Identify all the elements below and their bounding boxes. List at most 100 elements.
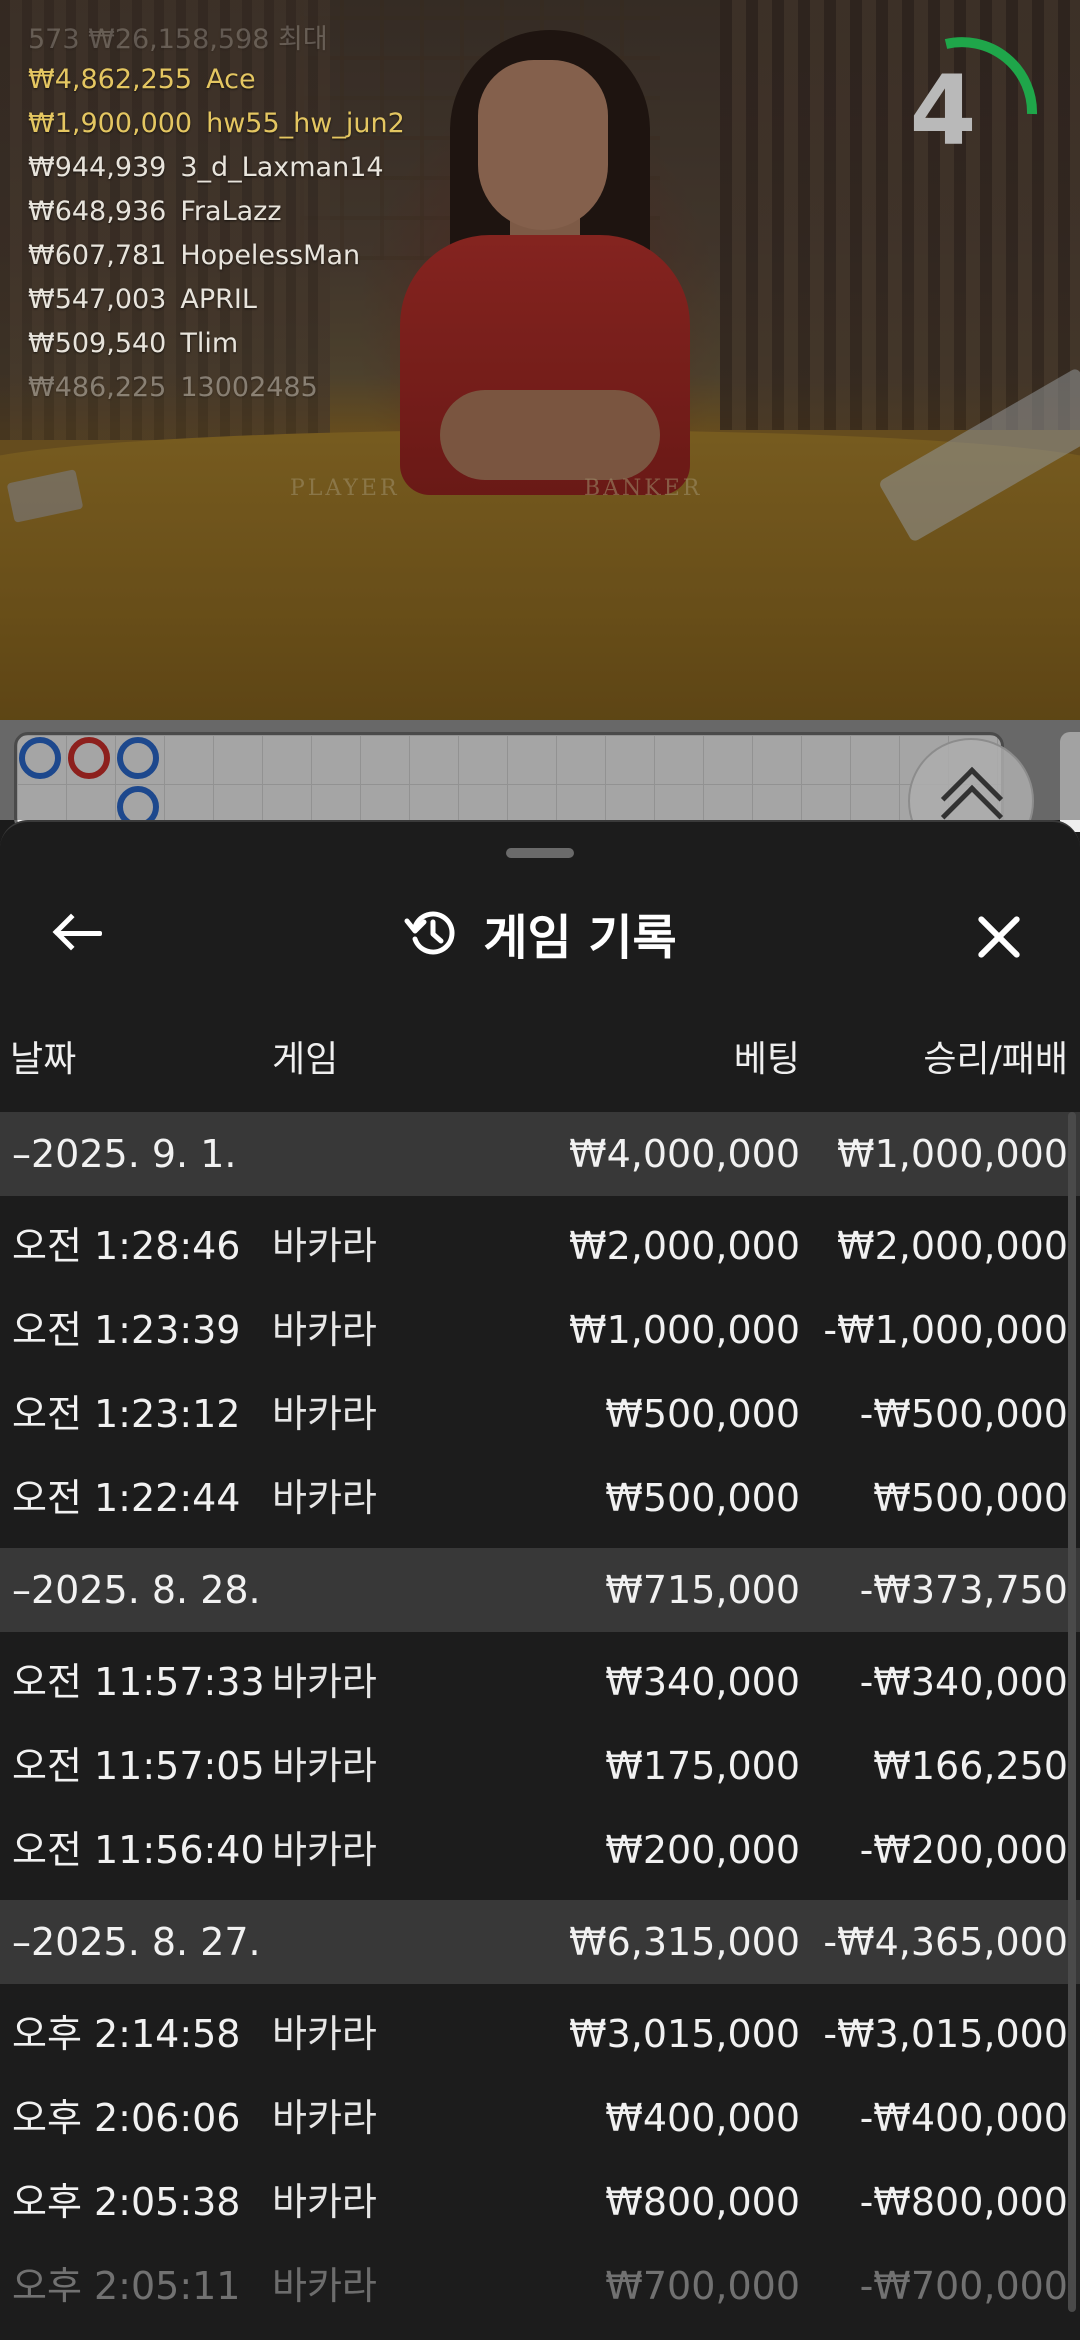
table-row[interactable]: 오전 1:22:44 바카라 ₩500,000 ₩500,000 xyxy=(0,1456,1080,1540)
row-bet: ₩500,000 xyxy=(605,1476,800,1520)
live-video-stream: PLAYER BANKER 573 ₩26,158,598 최대 ₩4,862,… xyxy=(0,0,1080,720)
date-group-row[interactable]: –2025. 9. 1. ₩4,000,000 ₩1,000,000 xyxy=(0,1112,1080,1196)
winner-row-partial: 573 ₩26,158,598 최대 xyxy=(28,24,328,55)
group-bet-total: ₩4,000,000 xyxy=(569,1132,800,1176)
winner-name: 3_d_Laxman14 xyxy=(180,152,384,183)
baccarat-road-map xyxy=(0,720,1080,864)
table-row[interactable]: 오전 11:57:05 바카라 ₩175,000 ₩166,250 xyxy=(0,1724,1080,1808)
winner-row: ₩648,936 FraLazz xyxy=(28,190,448,234)
row-win-loss: -₩200,000 xyxy=(859,1828,1068,1872)
winner-row: ₩4,862,255 Ace xyxy=(28,58,448,102)
sheet-title: 게임 기록 xyxy=(483,910,677,966)
winner-amount: ₩486,225 xyxy=(28,372,167,403)
row-game: 바카라 xyxy=(272,2012,377,2056)
winner-row: ₩944,939 3_d_Laxman14 xyxy=(28,146,448,190)
row-bet: ₩2,000,000 xyxy=(569,1224,800,1268)
winner-name: HopelessMan xyxy=(180,240,361,271)
back-button[interactable] xyxy=(36,898,126,968)
column-header-bet[interactable]: 베팅 xyxy=(734,1010,800,1110)
row-win-loss: -₩340,000 xyxy=(859,1660,1068,1704)
table-row[interactable]: 오전 1:23:12 바카라 ₩500,000 -₩500,000 xyxy=(0,1372,1080,1456)
row-gap xyxy=(0,1632,1080,1640)
table-row[interactable]: 오후 2:06:06 바카라 ₩400,000 -₩400,000 xyxy=(0,2076,1080,2160)
table-row[interactable]: 오전 1:23:39 바카라 ₩1,000,000 -₩1,000,000 xyxy=(0,1288,1080,1372)
winner-amount: ₩1,900,000 xyxy=(28,108,193,139)
sheet-overlay-dim xyxy=(0,720,1080,820)
row-gap xyxy=(0,1892,1080,1900)
countdown-number: 4 xyxy=(909,55,977,167)
row-game: 바카라 xyxy=(272,2264,377,2308)
group-bet-total: ₩6,315,000 xyxy=(569,1920,800,1964)
row-gap xyxy=(0,1540,1080,1548)
scrollbar[interactable] xyxy=(1068,1112,1076,2312)
row-gap xyxy=(0,1984,1080,1992)
row-win-loss: ₩500,000 xyxy=(873,1476,1068,1520)
row-time: 오후 2:06:06 xyxy=(12,2096,241,2140)
row-win-loss: -₩500,000 xyxy=(859,1392,1068,1436)
table-row[interactable]: 오전 11:57:33 바카라 ₩340,000 -₩340,000 xyxy=(0,1640,1080,1724)
date-group-row[interactable]: –2025. 8. 27. ₩6,315,000 -₩4,365,000 xyxy=(0,1900,1080,1984)
row-bet: ₩200,000 xyxy=(605,1828,800,1872)
group-win-loss-total: -₩373,750 xyxy=(859,1568,1068,1612)
game-history-sheet: 게임 기록 날짜 게임 베팅 승리/패배 –2025. 9. 1. ₩4,000… xyxy=(0,820,1080,2340)
table-row[interactable]: 오후 2:05:38 바카라 ₩800,000 -₩800,000 xyxy=(0,2160,1080,2244)
sheet-title-group: 게임 기록 xyxy=(0,878,1080,988)
column-header-game[interactable]: 게임 xyxy=(272,1010,338,1110)
winner-amount: ₩509,540 xyxy=(28,328,167,359)
column-header-win-loss[interactable]: 승리/패배 xyxy=(923,1010,1068,1110)
winner-row: ₩486,225 13002485 xyxy=(28,366,448,410)
winner-amount: ₩607,781 xyxy=(28,240,167,271)
row-game: 바카라 xyxy=(272,1224,377,1268)
winner-name: hw55_hw_jun2 xyxy=(206,108,405,139)
row-time: 오후 2:14:58 xyxy=(12,2012,241,2056)
table-row[interactable]: 오전 11:56:40 바카라 ₩200,000 -₩200,000 xyxy=(0,1808,1080,1892)
row-time: 오전 11:57:33 xyxy=(12,1660,265,1704)
winner-name: FraLazz xyxy=(180,196,282,227)
date-group-row[interactable]: –2025. 8. 28. ₩715,000 -₩373,750 xyxy=(0,1548,1080,1632)
row-bet: ₩175,000 xyxy=(605,1744,800,1788)
row-bet: ₩700,000 xyxy=(605,2264,800,2308)
history-clock-icon xyxy=(404,911,455,955)
group-date: –2025. 9. 1. xyxy=(12,1132,237,1176)
row-win-loss: -₩800,000 xyxy=(859,2180,1068,2224)
winner-amount: ₩944,939 xyxy=(28,152,167,183)
group-date: –2025. 8. 28. xyxy=(12,1568,261,1612)
winner-row: ₩1,900,000 hw55_hw_jun2 xyxy=(28,102,448,146)
table-row[interactable]: 오후 2:14:58 바카라 ₩3,015,000 -₩3,015,000 xyxy=(0,1992,1080,2076)
row-win-loss: -₩700,000 xyxy=(859,2264,1068,2308)
winner-amount: ₩547,003 xyxy=(28,284,167,315)
row-time: 오후 2:05:11 xyxy=(12,2264,241,2308)
winner-row: ₩509,540 Tlim xyxy=(28,322,448,366)
winner-name: Ace xyxy=(206,64,256,95)
history-table-body: –2025. 9. 1. ₩4,000,000 ₩1,000,000 오전 1:… xyxy=(0,1112,1080,2328)
winner-amount: ₩648,936 xyxy=(28,196,167,227)
sheet-drag-handle[interactable] xyxy=(506,848,574,858)
row-win-loss: ₩166,250 xyxy=(873,1744,1068,1788)
row-time: 오전 1:22:44 xyxy=(12,1476,241,1520)
group-bet-total: ₩715,000 xyxy=(605,1568,800,1612)
row-bet: ₩3,015,000 xyxy=(569,2012,800,2056)
row-gap xyxy=(0,1196,1080,1204)
table-row[interactable]: 오후 2:05:11 바카라 ₩700,000 -₩700,000 xyxy=(0,2244,1080,2328)
winner-row: ₩607,781 HopelessMan xyxy=(28,234,448,278)
recent-winners-list: 573 ₩26,158,598 최대 ₩4,862,255 Ace ₩1,900,… xyxy=(28,24,448,410)
row-win-loss: ₩2,000,000 xyxy=(837,1224,1068,1268)
column-header-date[interactable]: 날짜 xyxy=(10,1010,76,1110)
row-time: 오후 2:05:38 xyxy=(12,2180,241,2224)
table-row[interactable]: 오전 1:28:46 바카라 ₩2,000,000 ₩2,000,000 xyxy=(0,1204,1080,1288)
row-win-loss: -₩3,015,000 xyxy=(823,2012,1068,2056)
row-game: 바카라 xyxy=(272,1308,377,1352)
close-button[interactable] xyxy=(964,902,1034,972)
row-game: 바카라 xyxy=(272,1392,377,1436)
table-header: 날짜 게임 베팅 승리/패배 xyxy=(0,1010,1080,1110)
row-win-loss: -₩1,000,000 xyxy=(823,1308,1068,1352)
row-time: 오전 1:28:46 xyxy=(12,1224,241,1268)
row-game: 바카라 xyxy=(272,1476,377,1520)
row-game: 바카라 xyxy=(272,1660,377,1704)
row-time: 오전 1:23:39 xyxy=(12,1308,241,1352)
arrow-left-icon-head xyxy=(52,913,90,951)
row-game: 바카라 xyxy=(272,1828,377,1872)
row-time: 오전 11:56:40 xyxy=(12,1828,265,1872)
winner-row: ₩547,003 APRIL xyxy=(28,278,448,322)
sheet-header: 게임 기록 xyxy=(0,878,1080,988)
